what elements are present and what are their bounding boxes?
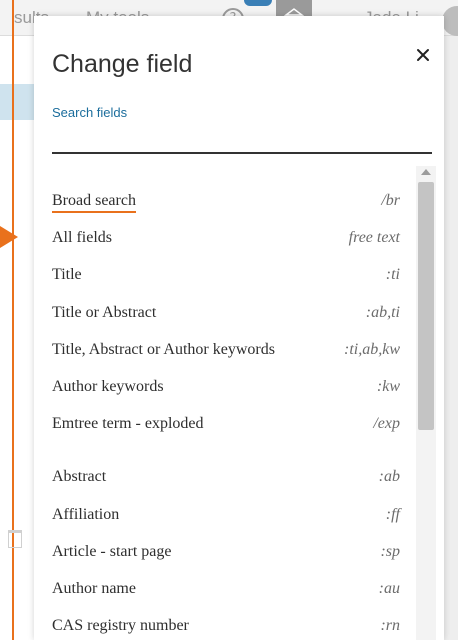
field-item-label: Title or Abstract	[52, 303, 157, 321]
field-item-code: :ab	[378, 468, 400, 486]
trash-icon[interactable]	[8, 530, 22, 548]
avatar[interactable]	[442, 6, 458, 36]
field-item-label: Author keywords	[52, 378, 164, 395]
field-item-code: :ti	[385, 266, 400, 284]
field-item-code: :kw	[376, 378, 400, 395]
scrollbar-thumb[interactable]	[418, 182, 434, 430]
notification-badge	[244, 0, 272, 6]
field-item[interactable]: Title or Abstract :ab,ti	[52, 298, 412, 328]
field-item-label: Title	[52, 266, 82, 284]
field-item-label: Author name	[52, 580, 136, 597]
field-item-label: All fields	[52, 229, 112, 247]
arrow-pointer-icon	[0, 226, 18, 248]
close-icon	[417, 49, 429, 61]
search-fields-label: Search fields	[52, 105, 128, 120]
field-item-label: Article - start page	[52, 542, 172, 560]
field-item-label: Abstract	[52, 468, 107, 486]
field-item-code: :ti,ab,kw	[344, 340, 400, 358]
field-item-code: :au	[378, 580, 400, 597]
field-item[interactable]: Title, Abstract or Author keywords :ti,ab…	[52, 335, 412, 365]
field-item-code: /br	[381, 192, 400, 209]
field-item-code: /exp	[373, 415, 400, 433]
field-item[interactable]: Abstract :ab	[52, 462, 412, 492]
scroll-up-arrow-icon[interactable]	[421, 169, 431, 175]
field-item-label: CAS registry number	[52, 617, 189, 635]
field-item[interactable]: Title :ti	[52, 260, 412, 290]
field-item[interactable]: All fields free text	[52, 223, 412, 253]
field-item[interactable]: Author name :au	[52, 574, 412, 604]
dialog-title: Change field	[52, 50, 193, 78]
field-item[interactable]: Affiliation :ff	[52, 500, 412, 530]
field-list-scrollbar[interactable]	[416, 166, 436, 640]
field-item[interactable]: Article - start page :sp	[52, 537, 412, 567]
field-item[interactable]: CAS registry number :rn	[52, 611, 412, 640]
background-right-strip	[444, 36, 458, 640]
field-item-code: :sp	[380, 542, 400, 560]
field-item[interactable]: Broad search/br	[52, 186, 412, 216]
field-item-code: :ff	[385, 505, 400, 523]
field-item-label: Broad search	[52, 192, 136, 213]
field-list: Broad search/br All fields free text Title:…	[52, 166, 412, 640]
field-item-code: :rn	[380, 617, 400, 635]
field-item-label: Affiliation	[52, 505, 120, 523]
field-item[interactable]: Emtree term - exploded/exp	[52, 409, 412, 439]
field-item[interactable]: Author keywords :kw	[52, 372, 412, 402]
search-fields-input[interactable]	[52, 124, 432, 154]
close-button[interactable]	[410, 42, 436, 68]
change-field-dialog: Change field Search fields Broad search /…	[34, 16, 444, 640]
field-item-code: :ab,ti	[365, 303, 400, 321]
field-item-code: free text	[348, 229, 400, 247]
field-item-label: Emtree term - exploded	[52, 415, 204, 433]
field-item-label: Title, Abstract or Author keywords	[52, 340, 275, 358]
